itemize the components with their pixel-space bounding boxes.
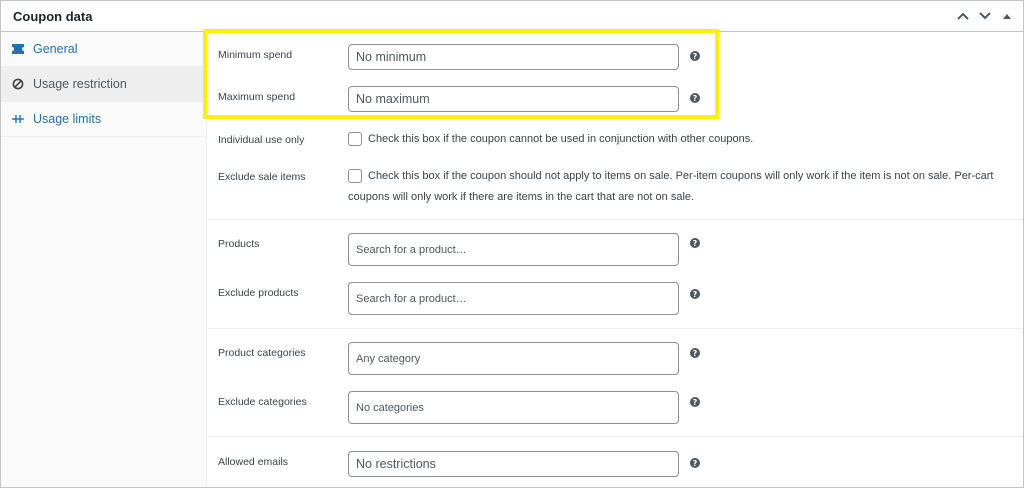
exclude-sale-description-line1: Check this box if the coupon should not … [368, 170, 994, 182]
exclude-sale-row: Exclude sale items Check this box if the… [208, 165, 1023, 209]
individual-use-description: Check this box if the coupon cannot be u… [368, 133, 754, 145]
help-icon[interactable]: ? [690, 348, 700, 358]
section-divider [208, 219, 1023, 220]
tab-usage-restriction-label: Usage restriction [33, 77, 127, 91]
exclude-products-label: Exclude products [218, 287, 299, 299]
allowed-emails-input[interactable]: No restrictions [348, 451, 679, 477]
individual-use-label: Individual use only [218, 134, 305, 146]
exclude-sale-description-line2: coupons will only work if there are item… [348, 191, 695, 203]
minimum-spend-label: Minimum spend [218, 49, 293, 61]
coupon-tabs-sidebar: General Usage restriction Usage limits [1, 32, 207, 487]
tab-usage-limits[interactable]: Usage limits [1, 102, 206, 137]
chevron-up-icon[interactable] [955, 7, 971, 25]
coupon-data-panel: Coupon data General Usage restriction Us… [0, 0, 1024, 488]
restriction-icon [11, 77, 25, 91]
chevron-down-icon[interactable] [977, 7, 993, 25]
maximum-spend-label: Maximum spend [218, 91, 296, 103]
ticket-icon [11, 42, 25, 56]
help-icon[interactable]: ? [690, 93, 700, 103]
allowed-emails-row: Allowed emails No restrictions ? [208, 450, 1023, 480]
exclude-categories-label: Exclude categories [218, 396, 307, 408]
maximum-spend-row: Maximum spend No maximum ? [208, 84, 1023, 114]
collapse-toggle-icon[interactable] [999, 7, 1015, 25]
section-divider [208, 436, 1023, 437]
minimum-spend-input[interactable]: No minimum [348, 44, 679, 70]
products-row: Products Search for a product… ? [208, 232, 1023, 266]
exclude-categories-select[interactable]: No categories [348, 391, 679, 424]
panel-header: Coupon data [1, 1, 1023, 32]
products-label: Products [218, 238, 260, 250]
help-icon[interactable]: ? [690, 238, 700, 248]
help-icon[interactable]: ? [690, 397, 700, 407]
limits-icon [11, 112, 25, 126]
individual-use-row: Individual use only Check this box if th… [208, 128, 1023, 152]
exclude-products-row: Exclude products Search for a product… ? [208, 281, 1023, 315]
product-categories-select[interactable]: Any category [348, 342, 679, 375]
allowed-emails-label: Allowed emails [218, 456, 289, 468]
panel-controls [955, 7, 1015, 25]
product-categories-row: Product categories Any category ? [208, 341, 1023, 375]
maximum-spend-input[interactable]: No maximum [348, 86, 679, 112]
individual-use-checkbox[interactable] [348, 132, 362, 146]
exclude-categories-row: Exclude categories No categories ? [208, 390, 1023, 424]
products-search-input[interactable]: Search for a product… [348, 233, 679, 266]
minimum-spend-row: Minimum spend No minimum ? [208, 42, 1023, 72]
exclude-sale-checkbox[interactable] [348, 169, 362, 183]
tab-usage-restriction[interactable]: Usage restriction [1, 67, 206, 102]
usage-restriction-content: Minimum spend No minimum ? Maximum spend… [208, 32, 1023, 487]
help-icon[interactable]: ? [690, 458, 700, 468]
help-icon[interactable]: ? [690, 289, 700, 299]
exclude-sale-label: Exclude sale items [218, 171, 306, 183]
tab-usage-limits-label: Usage limits [33, 112, 102, 126]
product-categories-label: Product categories [218, 347, 306, 359]
panel-title: Coupon data [13, 9, 93, 24]
tab-general[interactable]: General [1, 32, 206, 67]
exclude-products-search-input[interactable]: Search for a product… [348, 282, 679, 315]
tab-general-label: General [33, 42, 78, 56]
section-divider [208, 328, 1023, 329]
help-icon[interactable]: ? [690, 51, 700, 61]
